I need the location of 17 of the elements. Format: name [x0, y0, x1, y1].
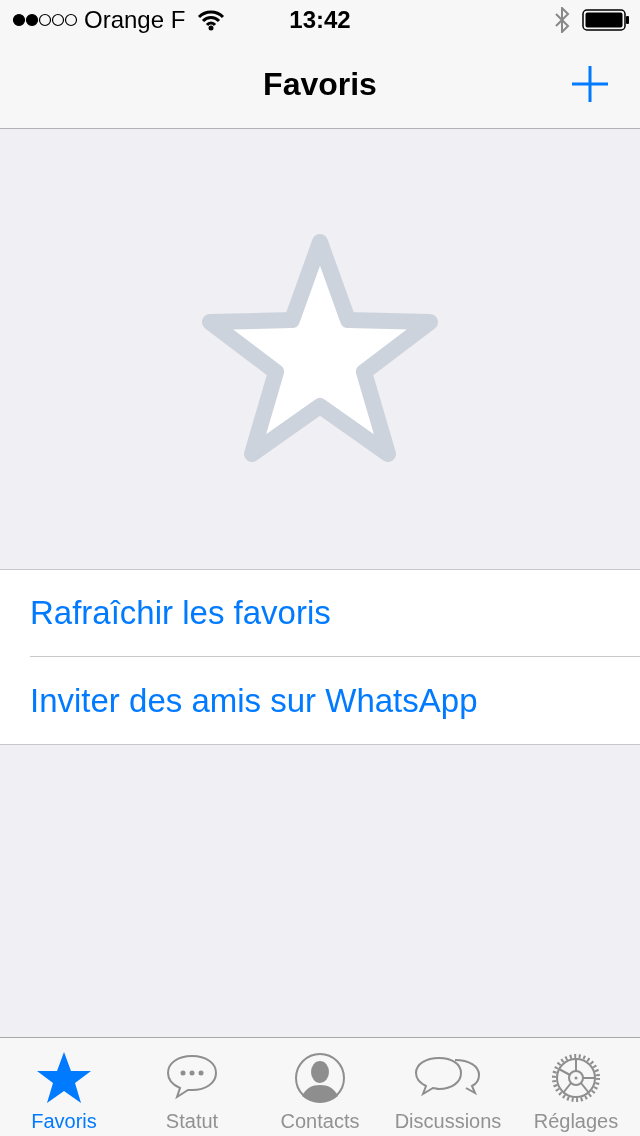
signal-icon: [12, 13, 78, 27]
bluetooth-icon: [554, 7, 570, 33]
tab-item[interactable]: Réglages: [512, 1038, 640, 1136]
add-button[interactable]: [570, 64, 610, 104]
tab-item[interactable]: Favoris: [0, 1038, 128, 1136]
wifi-icon: [197, 9, 226, 31]
carrier-name: Orange F: [84, 6, 186, 34]
tab-item[interactable]: Discussions: [384, 1038, 512, 1136]
star-icon: [36, 1050, 92, 1106]
tab-item[interactable]: Statut: [128, 1038, 256, 1136]
page-title: Favoris: [263, 65, 377, 103]
tab-item[interactable]: Contacts: [256, 1038, 384, 1136]
clock-time: 13:42: [289, 6, 351, 34]
action-link[interactable]: Inviter des amis sur WhatsApp: [30, 657, 640, 744]
action-link[interactable]: Rafraîchir les favoris: [30, 570, 640, 657]
person-icon: [292, 1050, 348, 1106]
battery-icon: [582, 9, 630, 31]
